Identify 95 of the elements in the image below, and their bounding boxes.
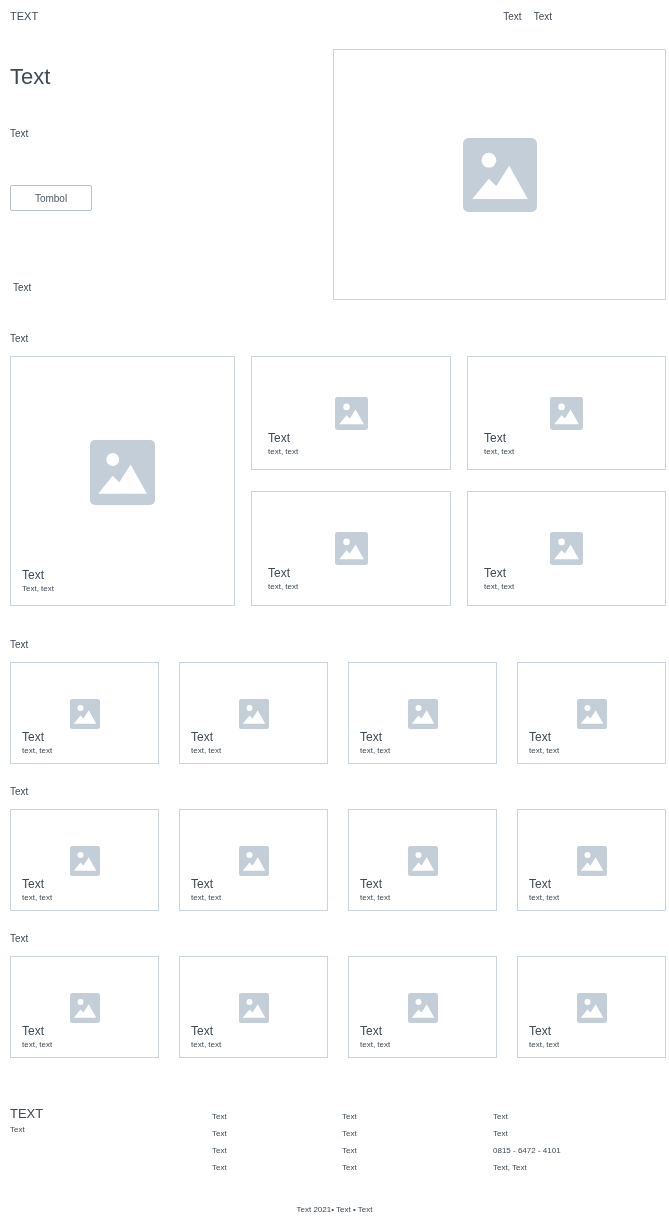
card-subtitle: text, text (191, 892, 223, 903)
footer-brand: TEXT (10, 1106, 45, 1122)
card-title: Text (360, 1024, 383, 1039)
card-title: Text (529, 877, 552, 892)
image-placeholder-icon (550, 397, 583, 430)
card[interactable]: Text text, text (467, 491, 666, 606)
card[interactable]: Text text, text (179, 956, 328, 1058)
footer-link[interactable]: Text (342, 1125, 493, 1142)
footer-link[interactable]: Text (342, 1142, 493, 1159)
card-title: Text (22, 730, 45, 745)
card[interactable]: Text text, text (179, 809, 328, 911)
footer-link[interactable]: Text (212, 1142, 342, 1159)
card-title: Text (268, 566, 291, 581)
footer-link[interactable]: Text (493, 1108, 666, 1125)
card-subtitle: text, text (529, 892, 561, 903)
copyright: Text 2021• Text • Text (296, 1204, 373, 1216)
card-title: Text (268, 431, 291, 446)
image-placeholder-icon (69, 993, 100, 1023)
image-placeholder-icon (576, 846, 607, 876)
card-title: Text (529, 1024, 552, 1039)
image-placeholder-icon (576, 699, 607, 729)
card-title: Text (191, 730, 214, 745)
card-title: Text (22, 568, 45, 583)
image-placeholder-icon (407, 846, 438, 876)
image-placeholder-icon (576, 993, 607, 1023)
card[interactable]: Text text, text (467, 356, 666, 470)
image-placeholder-icon (238, 699, 269, 729)
card-subtitle: text, text (484, 581, 516, 593)
card-title: Text (360, 730, 383, 745)
footer-link[interactable]: Text (342, 1159, 493, 1176)
card[interactable]: Text text, text (10, 809, 159, 911)
card-title: Text (191, 877, 214, 892)
section-title: Text (10, 638, 30, 652)
image-placeholder-icon (334, 532, 368, 565)
card-subtitle: text, text (360, 745, 392, 756)
section-title: Text (10, 932, 30, 946)
footer-tagline: Text (10, 1124, 26, 1136)
card-subtitle: text, text (191, 1039, 223, 1050)
cta-button[interactable]: Tombol (10, 185, 92, 211)
logo[interactable]: TEXT (10, 7, 39, 25)
footer-link[interactable]: 0815 - 6472 - 4101 (493, 1142, 666, 1159)
card-title: Text (484, 566, 507, 581)
card[interactable]: Text Text, text (10, 356, 235, 606)
image-placeholder-icon (334, 397, 368, 430)
image-placeholder-icon (90, 440, 155, 505)
nav-link[interactable]: Text (503, 8, 522, 24)
card-title: Text (22, 1024, 45, 1039)
image-placeholder-icon (550, 532, 583, 565)
card[interactable]: Text text, text (251, 356, 451, 470)
card-subtitle: text, text (22, 892, 54, 903)
image-placeholder-icon (69, 846, 100, 876)
card-subtitle: text, text (529, 745, 561, 756)
card[interactable]: Text text, text (348, 809, 497, 911)
card[interactable]: Text text, text (10, 662, 159, 764)
footer-link[interactable]: Text, Text (493, 1159, 666, 1176)
section-title: Text (10, 332, 30, 346)
card-subtitle: text, text (268, 446, 300, 458)
image-placeholder-icon (238, 846, 269, 876)
card-subtitle: text, text (484, 446, 516, 458)
card-title: Text (360, 877, 383, 892)
card-subtitle: text, text (22, 1039, 54, 1050)
card-title: Text (191, 1024, 214, 1039)
card[interactable]: Text text, text (348, 956, 497, 1058)
footer-link[interactable]: Text (212, 1108, 342, 1125)
footer-link[interactable]: Text (493, 1125, 666, 1142)
card-title: Text (484, 431, 507, 446)
card[interactable]: Text text, text (517, 956, 666, 1058)
image-placeholder-icon (407, 993, 438, 1023)
card[interactable]: Text text, text (179, 662, 328, 764)
nav-link[interactable]: Text (533, 8, 552, 24)
section-title: Text (10, 785, 30, 799)
card[interactable]: Text text, text (251, 491, 451, 606)
footer-link[interactable]: Text (212, 1159, 342, 1176)
image-placeholder-icon (407, 699, 438, 729)
hero-note: Text (12, 281, 32, 295)
image-placeholder-icon (238, 993, 269, 1023)
card-subtitle: text, text (268, 581, 300, 593)
footer-link[interactable]: Text (212, 1125, 342, 1142)
card-subtitle: Text, text (22, 583, 55, 595)
card-subtitle: text, text (360, 1039, 392, 1050)
footer-link[interactable]: Text (342, 1108, 493, 1125)
card-subtitle: text, text (191, 745, 223, 756)
hero-title: Text (10, 63, 51, 91)
card-subtitle: text, text (22, 745, 54, 756)
card[interactable]: Text text, text (517, 662, 666, 764)
card-title: Text (529, 730, 552, 745)
card[interactable]: Text text, text (348, 662, 497, 764)
card-subtitle: text, text (360, 892, 392, 903)
card-subtitle: text, text (529, 1039, 561, 1050)
hero-subtitle: Text (10, 127, 29, 141)
image-placeholder-icon (462, 137, 537, 212)
card-title: Text (22, 877, 45, 892)
card[interactable]: Text text, text (517, 809, 666, 911)
card[interactable]: Text text, text (10, 956, 159, 1058)
image-placeholder-icon (69, 699, 100, 729)
